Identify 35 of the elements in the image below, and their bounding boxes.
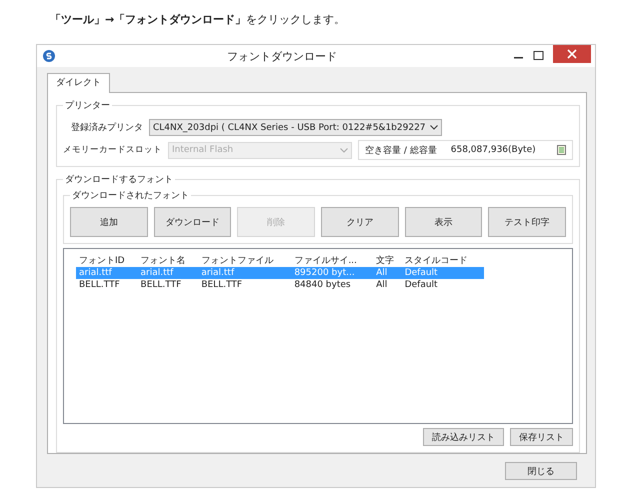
app-logo-icon	[43, 50, 55, 62]
close-icon[interactable]	[553, 45, 591, 63]
close-button[interactable]: 閉じる	[505, 462, 577, 480]
table-cell[interactable]: BELL.TTF	[76, 279, 138, 291]
table-cell[interactable]: BELL.TTF	[138, 279, 198, 291]
action-button[interactable]: 追加	[70, 207, 148, 237]
field-label: メモリーカードスロット	[63, 144, 162, 156]
window-title: フォントダウンロード	[226, 48, 338, 64]
group-title: プリンター	[64, 99, 111, 112]
action-button[interactable]: 表示	[404, 207, 482, 237]
document-icon[interactable]	[557, 145, 566, 155]
table-cell[interactable]: Default	[402, 279, 484, 291]
column-header[interactable]: ファイルサイ...	[291, 253, 374, 267]
column-header[interactable]: フォントID	[76, 253, 138, 267]
chevron-down-icon[interactable]	[430, 125, 438, 130]
instruction-text: 「ツール」→「フォントダウンロード」をクリックします。	[50, 12, 346, 26]
list-button[interactable]: 読み込みリスト	[423, 428, 504, 446]
capacity-label: 空き容量 / 総容量	[365, 144, 437, 156]
column-header[interactable]: スタイルコード	[402, 253, 484, 267]
table-cell[interactable]: All	[373, 279, 402, 291]
column-header[interactable]: 文字	[373, 253, 402, 267]
action-button[interactable]: テスト印字	[488, 207, 566, 237]
action-button[interactable]: ダウンロード	[154, 207, 232, 237]
table-cell[interactable]: 84840 bytes	[291, 279, 374, 291]
column-header[interactable]: フォント名	[138, 253, 198, 267]
printer-dropdown[interactable]: CL4NX_203dpi ( CL4NX Series - USB Port: 0122#5&1b29227	[149, 119, 442, 136]
group-title: ダウンロードするフォント	[64, 174, 174, 186]
table-cell[interactable]: BELL.TTF	[198, 279, 292, 291]
group-title: ダウンロードされたフォント	[71, 190, 190, 202]
action-button[interactable]: クリア	[321, 207, 399, 237]
capacity-value: 658,087,936(Byte)	[450, 145, 536, 155]
field-label: 登録済みプリンタ	[70, 121, 143, 134]
list-button[interactable]: 保存リスト	[510, 428, 573, 446]
column-header[interactable]: フォントファイル	[198, 253, 292, 267]
tab[interactable]: ダイレクト	[47, 73, 110, 93]
